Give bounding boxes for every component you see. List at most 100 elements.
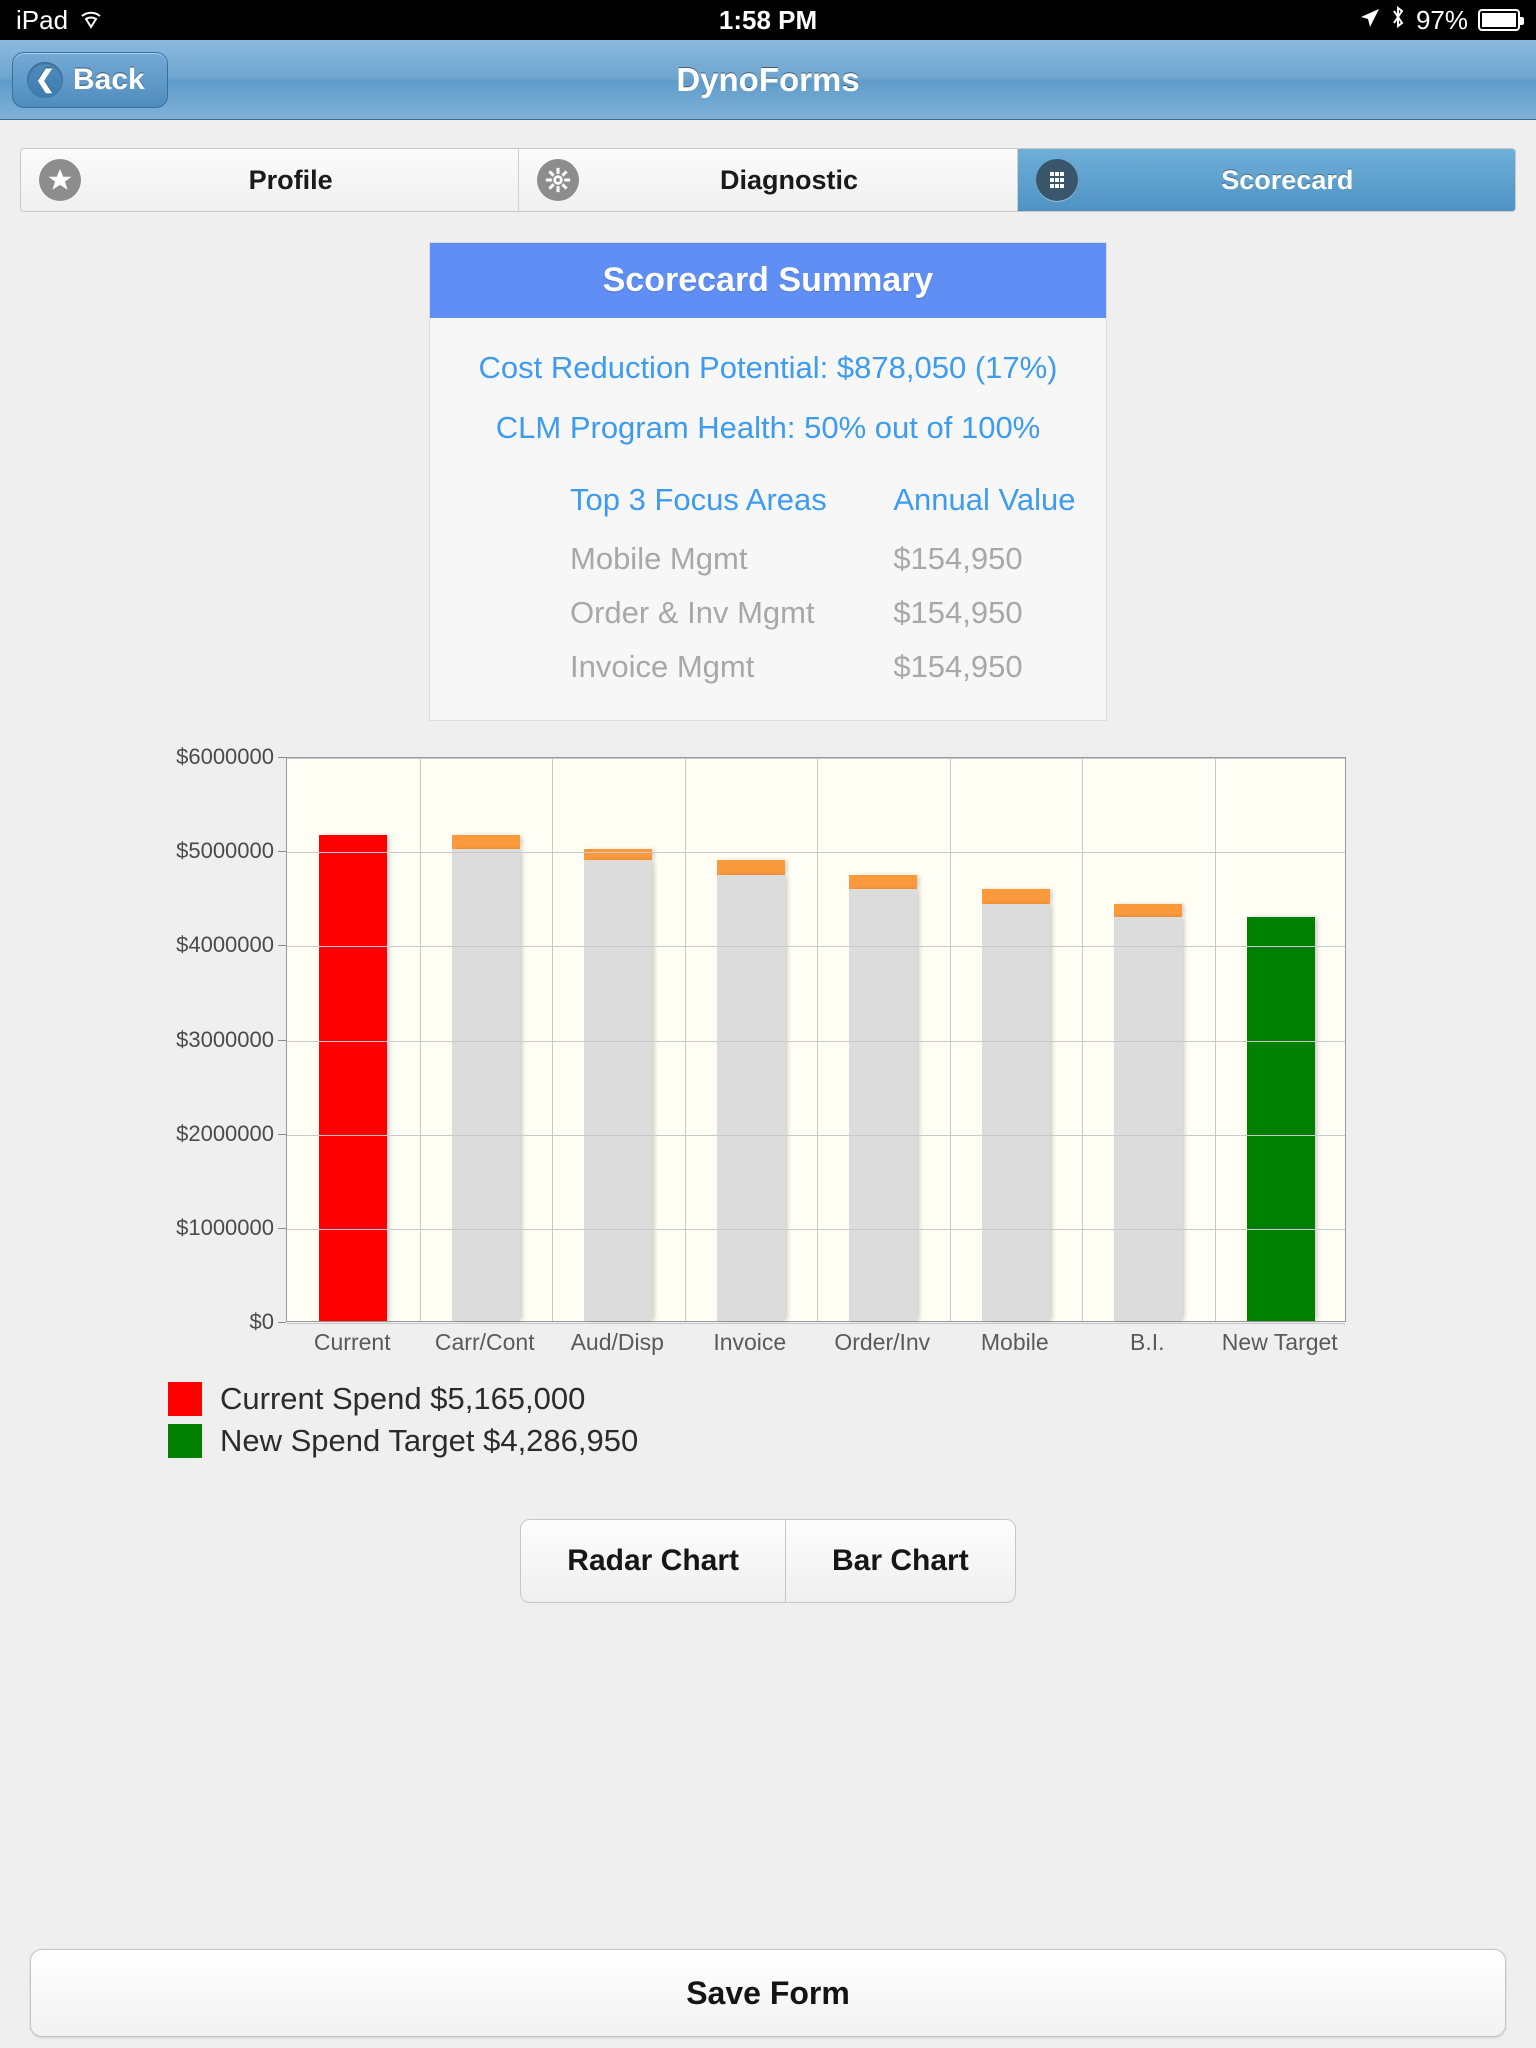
focus-row-area: Invoice Mgmt [570, 649, 755, 684]
chart-gridline [287, 1323, 1345, 1324]
status-time: 1:58 PM [718, 4, 818, 35]
tab-diagnostic[interactable]: Diagnostic [519, 149, 1018, 211]
x-axis-tick-label: Order/Inv [834, 1329, 931, 1355]
chart-plot-area [286, 757, 1346, 1324]
summary-title: Scorecard Summary [430, 243, 1106, 318]
tab-scorecard-label: Scorecard [1221, 164, 1354, 195]
nav-bar: ❮ Back DynoForms [0, 40, 1536, 120]
chart-gridline [287, 946, 1345, 948]
legend-label: New Spend Target $4,286,950 [220, 1423, 639, 1458]
focus-row-value: $154,950 [893, 649, 1023, 684]
tab-diagnostic-label: Diagnostic [719, 164, 858, 195]
chart-gridline [287, 852, 1345, 854]
chart-legend: Current Spend $5,165,000 New Spend Target… [168, 1381, 1536, 1459]
chart-bar-savings-segment [716, 860, 785, 875]
chart-bar [319, 834, 388, 1321]
chart-gridline-vertical [949, 758, 951, 1321]
legend-label: Current Spend $5,165,000 [220, 1381, 586, 1416]
save-bar: Save Form [0, 1938, 1536, 2048]
chart-bars [287, 758, 1345, 1321]
focus-row-area: Mobile Mgmt [570, 541, 748, 576]
legend-swatch [168, 1382, 202, 1416]
chart-gridline [287, 1134, 1345, 1136]
focus-areas-table: Top 3 Focus Areas Annual Value Mobile Mg… [430, 476, 1106, 694]
chart-bar-base-segment [1246, 917, 1315, 1321]
chart-bar-base-segment [584, 860, 653, 1321]
chart-gridline-vertical [817, 758, 818, 1321]
chart-gridline [287, 1228, 1345, 1230]
chart-gridline [287, 1040, 1345, 1042]
chart-bar [849, 874, 918, 1321]
x-axis-tick-label: Carr/Cont [434, 1329, 535, 1355]
chart-bar [716, 860, 785, 1321]
radar-chart-button[interactable]: Radar Chart [521, 1520, 785, 1602]
focus-header-row: Top 3 Focus Areas Annual Value [430, 476, 1106, 532]
chart-gridline-vertical [419, 758, 421, 1321]
focus-row: Mobile Mgmt $154,950 [430, 532, 1106, 586]
chart-gridline [287, 758, 1345, 759]
back-button[interactable]: ❮ Back [12, 51, 168, 108]
chart-gridline-vertical [1214, 758, 1216, 1321]
save-form-button[interactable]: Save Form [30, 1949, 1506, 2037]
tab-scorecard[interactable]: Scorecard [1017, 149, 1515, 211]
tab-profile-label: Profile [248, 164, 333, 195]
tab-profile[interactable]: Profile [21, 149, 520, 211]
chart-bar [451, 834, 520, 1321]
x-axis-tick-label: New Target [1221, 1329, 1338, 1355]
tab-bar: Profile Diagnostic Scorecard [20, 148, 1516, 212]
summary-body: Cost Reduction Potential: $878,050 (17%)… [430, 318, 1106, 720]
wifi-icon [78, 5, 104, 36]
y-axis-tick [278, 1227, 286, 1229]
chart-bar-savings-segment [1114, 903, 1183, 918]
chart-bar [1246, 917, 1315, 1321]
kpi-program-health: CLM Program Health: 50% out of 100% [495, 410, 1041, 445]
y-axis-tick-label: $1000000 [176, 1214, 274, 1240]
carrier-label: iPad [16, 4, 69, 35]
focus-row-value: $154,950 [893, 541, 1023, 576]
y-axis-tick-label: $0 [249, 1309, 274, 1334]
chart-bar [1114, 903, 1183, 1321]
x-axis-tick-label: B.I. [1129, 1329, 1165, 1355]
chart-bar-base-segment [849, 889, 918, 1321]
chart-bar-base-segment [981, 903, 1050, 1321]
x-axis-tick-label: Current [313, 1329, 391, 1355]
focus-row: Invoice Mgmt $154,950 [430, 640, 1106, 694]
y-axis-tick-label: $2000000 [176, 1120, 274, 1146]
chart-bar-base-segment [716, 874, 785, 1321]
scorecard-summary-card: Scorecard Summary Cost Reduction Potenti… [429, 242, 1107, 721]
legend-swatch [168, 1424, 202, 1458]
y-axis-tick [278, 945, 286, 947]
bar-chart-button[interactable]: Bar Chart [785, 1520, 1015, 1602]
battery-percent: 97% [1415, 4, 1468, 35]
x-axis-tick-label: Aud/Disp [570, 1329, 664, 1355]
location-arrow-icon [1358, 5, 1380, 36]
y-axis-tick [278, 1322, 286, 1323]
y-axis-tick [278, 851, 286, 853]
chart-gridline-vertical [684, 758, 686, 1321]
page-title: DynoForms [676, 60, 860, 98]
chart-bar-savings-segment [584, 849, 653, 861]
focus-row-value: $154,950 [893, 595, 1023, 630]
chart-bar-base-segment [451, 849, 520, 1321]
chart-gridline-vertical [552, 758, 553, 1321]
x-axis-tick-label: Invoice [713, 1329, 787, 1355]
chart-bar [584, 849, 653, 1321]
focus-row-area: Order & Inv Mgmt [570, 595, 815, 630]
chart-bar-savings-segment [849, 874, 918, 890]
star-icon [39, 159, 81, 201]
focus-header-area: Top 3 Focus Areas [570, 482, 827, 517]
chart-bar-savings-segment [451, 834, 520, 850]
x-axis-tick-label: Mobile [980, 1329, 1049, 1355]
status-right: 97% [1358, 4, 1524, 36]
waterfall-chart: $0 $1000000 $2000000 $3000000 $4000000 $50000… [0, 744, 1536, 1357]
focus-rows: Mobile Mgmt $154,950 Order & Inv Mgmt $154,… [430, 532, 1106, 694]
kpi-cost-reduction: Cost Reduction Potential: $878,050 (17%) [478, 350, 1058, 385]
y-axis-tick-label: $5000000 [176, 838, 274, 864]
bluetooth-icon [1390, 5, 1406, 36]
chart-bar-savings-segment [981, 889, 1050, 904]
chevron-left-icon: ❮ [27, 61, 63, 98]
y-axis-tick-label: $3000000 [176, 1026, 274, 1052]
legend-item: Current Spend $5,165,000 [168, 1381, 1536, 1417]
battery-icon [1478, 9, 1524, 31]
chart-bar [981, 889, 1050, 1321]
